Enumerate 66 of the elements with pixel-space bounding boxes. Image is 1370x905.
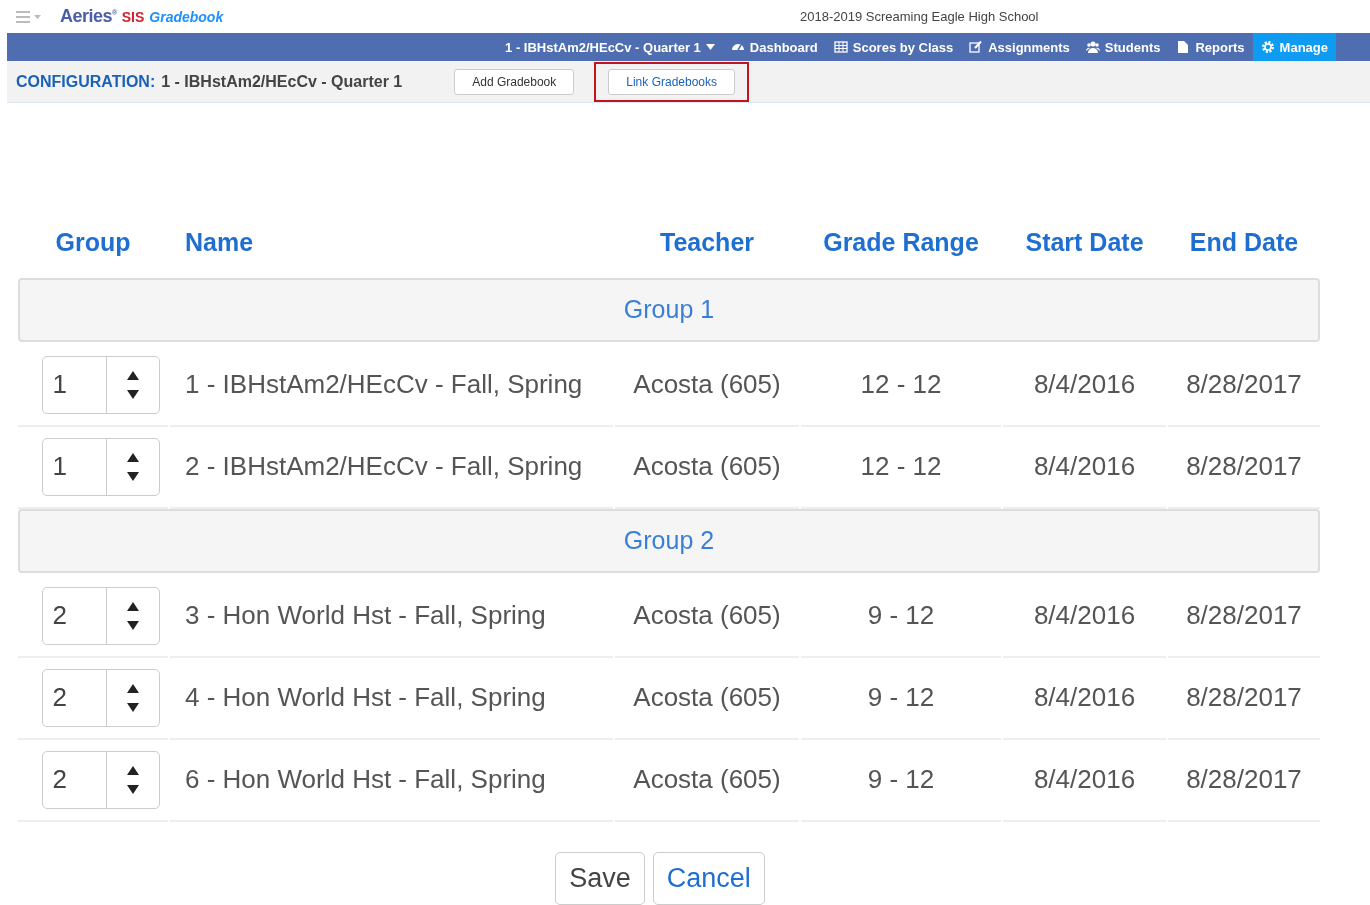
table-icon — [833, 40, 848, 55]
edit-icon — [969, 40, 984, 55]
table-cell: 8/28/2017 — [1168, 345, 1320, 427]
table-cell: Acosta (605) — [615, 345, 799, 427]
spin-down-icon[interactable] — [126, 785, 139, 794]
table-cell: 4 - Hon World Hst - Fall, Spring — [170, 658, 613, 740]
spin-up-icon[interactable] — [126, 766, 139, 775]
group-header: Group 2 — [18, 509, 1320, 573]
gradebook-dropdown[interactable]: 1 - IBHstAm2/HEcCv - Quarter 1 — [497, 33, 723, 62]
school-name: 2018-2019 Screaming Eagle High School — [800, 9, 1039, 25]
nav-tab[interactable]: Dashboard — [722, 33, 826, 62]
table-cell: 6 - Hon World Hst - Fall, Spring — [170, 740, 613, 822]
table-cell: 1 - IBHstAm2/HEcCv - Fall, Spring — [170, 345, 613, 427]
table-cell: 8/28/2017 — [1168, 658, 1320, 740]
action-button[interactable]: Cancel — [652, 852, 765, 905]
table-cell: 8/28/2017 — [1168, 576, 1320, 658]
spin-down-icon[interactable] — [126, 621, 139, 630]
action-button[interactable]: Save — [555, 852, 645, 905]
table-cell: 3 - Hon World Hst - Fall, Spring — [170, 576, 613, 658]
configuration-value: 1 - IBHstAm2/HEcCv - Quarter 1 — [161, 72, 403, 91]
group-number-spinner[interactable]: 1 — [41, 438, 160, 496]
nav-tab[interactable]: Scores by Class — [825, 33, 962, 62]
spin-down-icon[interactable] — [126, 472, 139, 481]
table-cell: 8/4/2016 — [1003, 740, 1166, 822]
caret-icon — [705, 44, 715, 51]
column-header[interactable]: Teacher — [615, 208, 799, 278]
column-header[interactable]: Grade Range — [801, 208, 1001, 278]
table-cell: Acosta (605) — [615, 740, 799, 822]
group-number-spinner[interactable]: 2 — [41, 669, 160, 727]
spin-down-icon[interactable] — [126, 390, 139, 399]
table-cell: 12 - 12 — [801, 345, 1001, 427]
nav-tab[interactable]: Reports — [1168, 33, 1253, 62]
toolbar-button[interactable]: Link Gradebooks — [608, 68, 735, 95]
table-cell: 8/4/2016 — [1003, 345, 1166, 427]
spin-up-icon[interactable] — [126, 602, 139, 611]
table-cell: 9 - 12 — [801, 576, 1001, 658]
table-cell: 8/28/2017 — [1168, 740, 1320, 822]
spin-up-icon[interactable] — [126, 371, 139, 380]
column-header[interactable]: Group — [18, 208, 168, 278]
document-icon — [1176, 40, 1191, 55]
settings-icon — [1260, 40, 1275, 55]
brand-sis-text: SIS — [121, 9, 145, 26]
toolbar-button[interactable]: Add Gradebook — [454, 68, 575, 95]
group-number-spinner[interactable]: 2 — [41, 587, 160, 645]
table-cell: Acosta (605) — [615, 576, 799, 658]
group-number-spinner[interactable]: 2 — [41, 751, 160, 809]
nav-tab[interactable]: Students — [1077, 33, 1169, 62]
table-cell: 9 - 12 — [801, 658, 1001, 740]
spin-down-icon[interactable] — [126, 703, 139, 712]
users-icon — [1085, 40, 1100, 55]
table-cell: 8/4/2016 — [1003, 576, 1166, 658]
column-header[interactable]: End Date — [1168, 208, 1320, 278]
column-header[interactable]: Name — [170, 208, 613, 278]
configuration-label: CONFIGURATION: — [16, 72, 156, 91]
brand-logo-text: Aeries$^{®}$ — [60, 6, 117, 28]
brand-product-text: Gradebook — [149, 9, 224, 26]
group-number-spinner[interactable]: 1 — [41, 356, 160, 414]
column-header[interactable]: Start Date — [1003, 208, 1166, 278]
spin-up-icon[interactable] — [126, 684, 139, 693]
table-cell: 8/4/2016 — [1003, 658, 1166, 740]
group-header: Group 1 — [18, 278, 1320, 342]
spin-up-icon[interactable] — [126, 453, 139, 462]
table-cell: Acosta (605) — [615, 658, 799, 740]
table-cell: 9 - 12 — [801, 740, 1001, 822]
nav-tab[interactable]: Assignments — [961, 33, 1078, 62]
nav-tab[interactable]: Manage — [1252, 33, 1336, 62]
